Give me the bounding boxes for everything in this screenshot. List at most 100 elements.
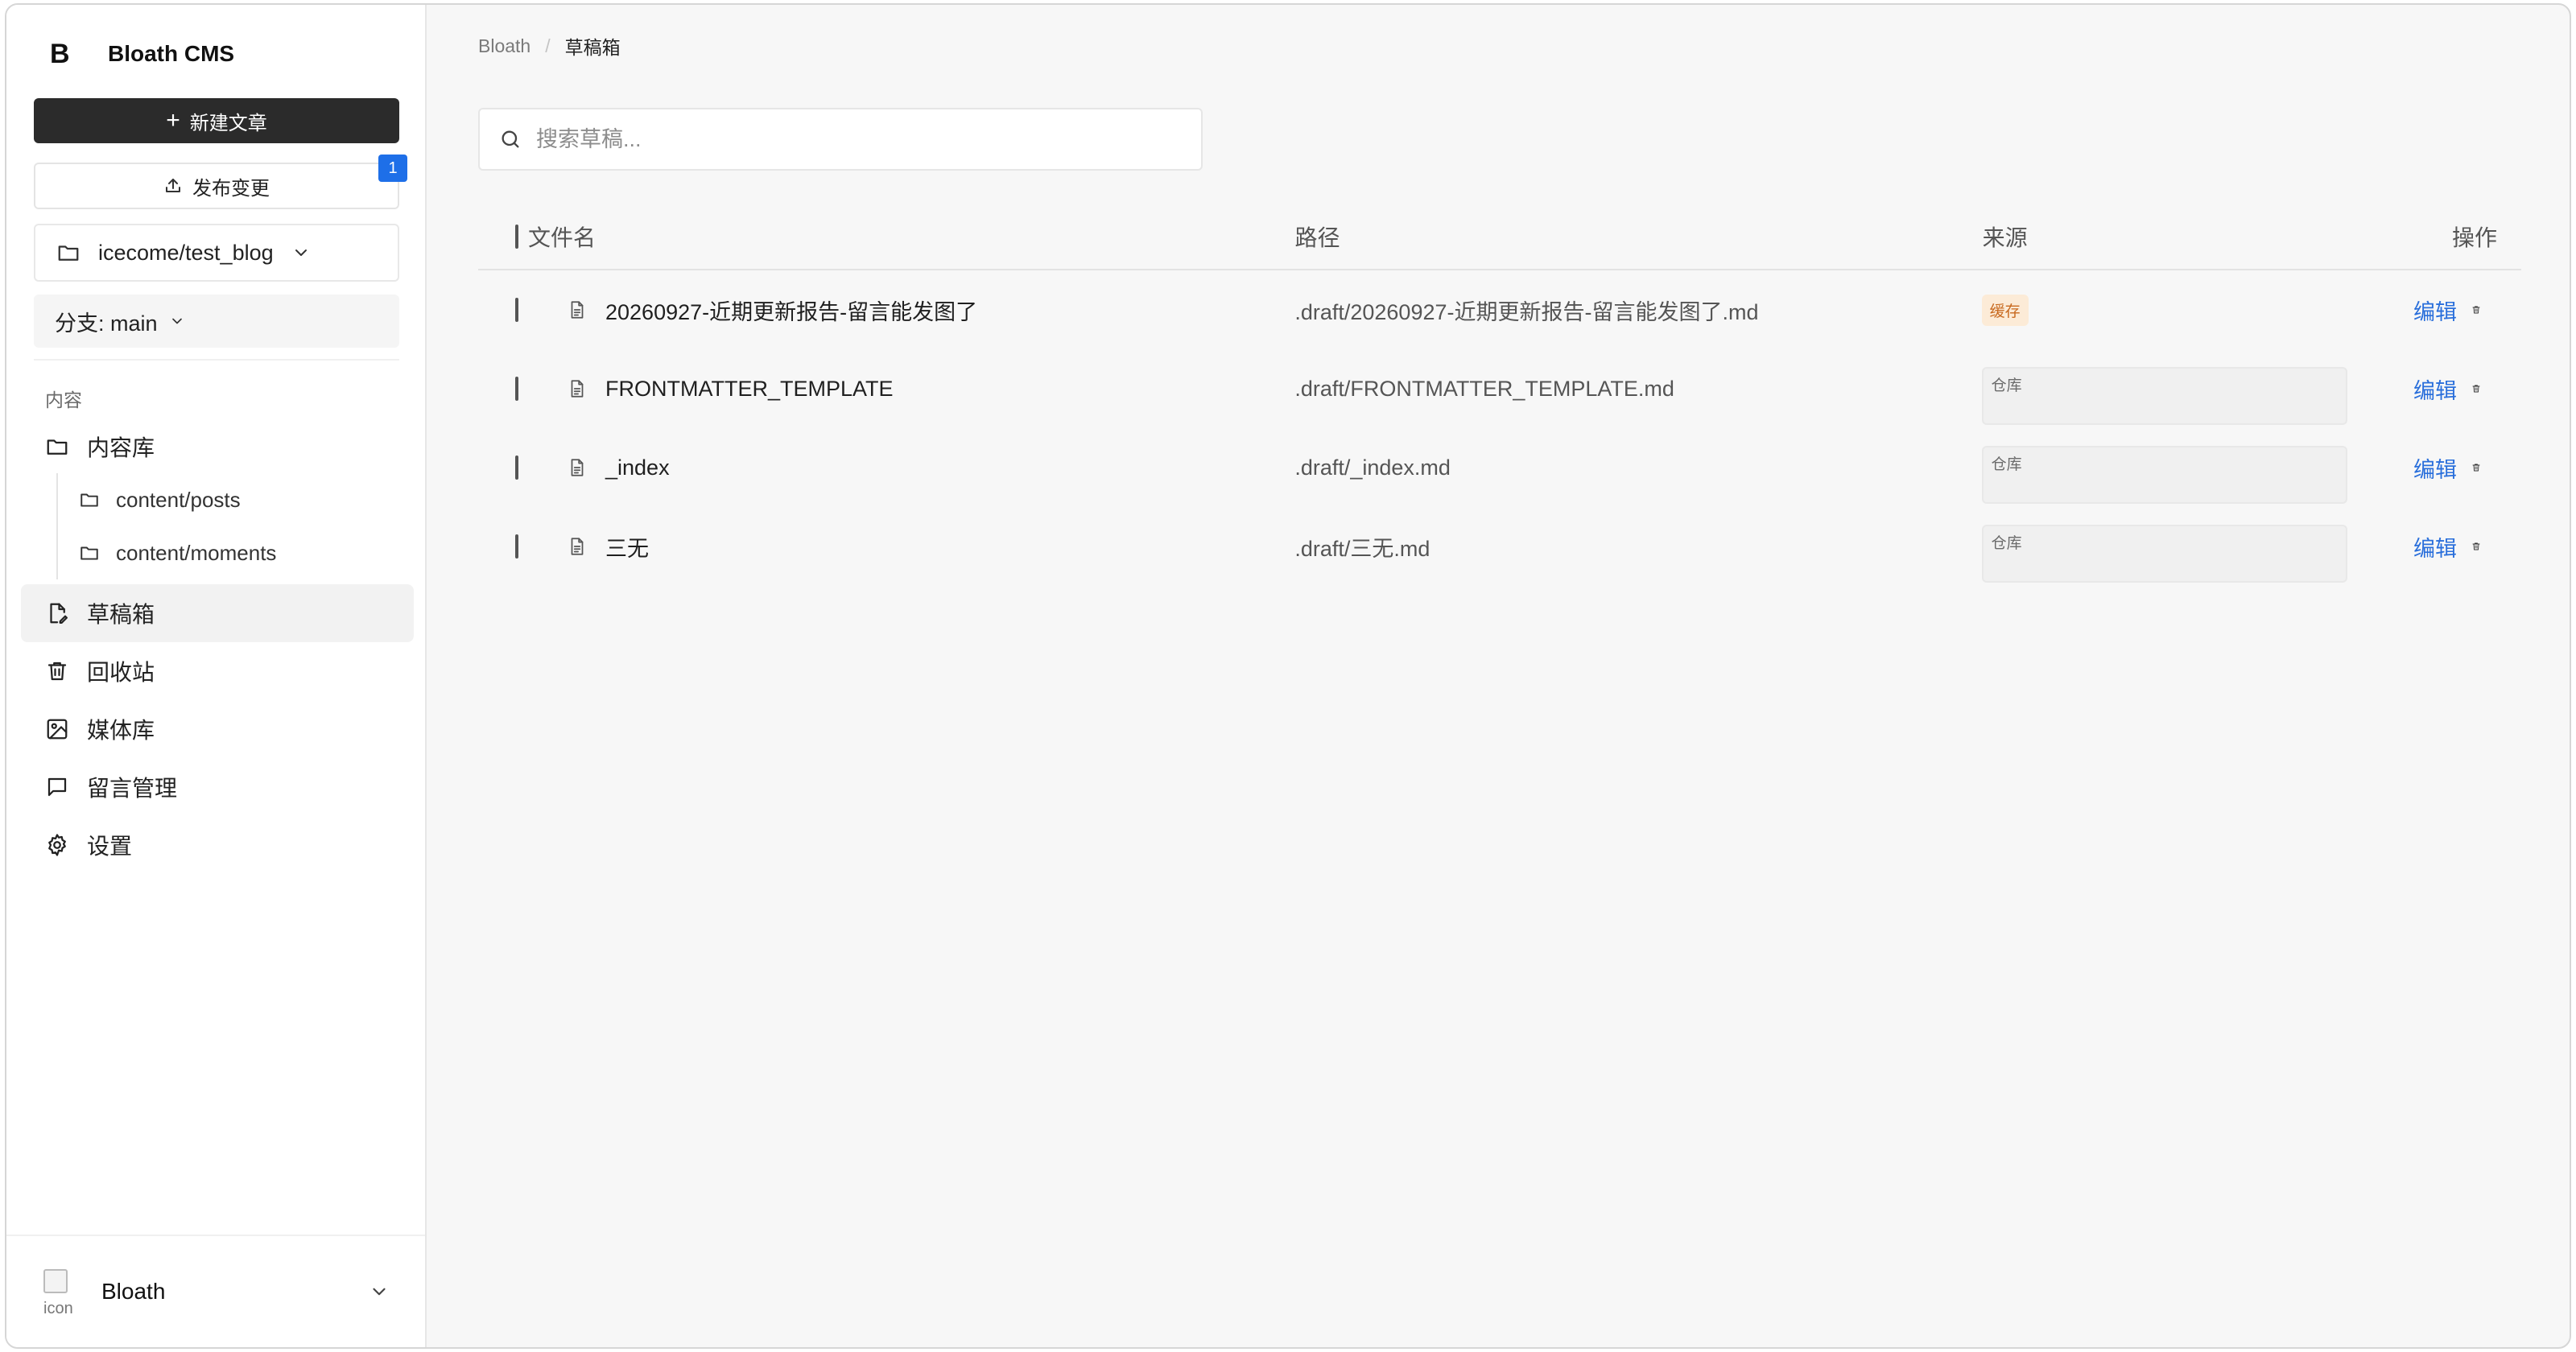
chevron-down-icon <box>295 249 307 256</box>
row-path: .draft/20260927-近期更新报告-留言能发图了.md <box>1294 299 1759 324</box>
sidebar-subitem-label: content/posts <box>116 487 241 512</box>
edit-button[interactable]: 编辑 <box>2413 452 2457 484</box>
publish-wrap: 发布变更 1 <box>34 155 407 209</box>
row-source-cell: 缓存 <box>1963 294 2413 326</box>
sidebar-item-library[interactable]: 内容库 <box>21 420 414 473</box>
file-icon <box>571 301 584 319</box>
publish-label: 发布变更 <box>192 177 270 200</box>
header-path: 路径 <box>1276 221 1963 253</box>
row-source-cell: 仓库 <box>1963 510 2413 583</box>
source-tag: 缓存 <box>1981 294 2029 326</box>
row-source-cell: 仓库 <box>1963 431 2413 504</box>
table-row: 三无 .draft/三无.md 仓库 编辑 <box>478 507 2521 586</box>
folder-icon <box>80 493 98 507</box>
row-check-cell <box>478 298 518 322</box>
gear-icon <box>48 834 66 856</box>
row-name-cell: 三无 <box>515 531 1275 563</box>
user-name: Bloath <box>101 1279 166 1304</box>
app-window: B Bloath CMS + 新建文章 发布变更 1 icecome/test_… <box>5 3 2571 1349</box>
row-actions: 编辑 <box>2413 295 2521 326</box>
sidebar-item-label: 内容库 <box>87 435 155 460</box>
sidebar-item-comments[interactable]: 留言管理 <box>21 758 414 816</box>
sidebar-item-label: 设置 <box>87 834 133 859</box>
table-row: _index .draft/_index.md 仓库 编辑 <box>478 428 2521 507</box>
search-input[interactable] <box>536 126 1180 152</box>
header-actions: 操作 <box>2415 221 2521 253</box>
sidebar-item-media[interactable]: 媒体库 <box>21 700 414 758</box>
upload-icon <box>166 179 180 192</box>
row-path: .draft/三无.md <box>1294 536 1430 561</box>
header-actions-label: 操作 <box>2452 225 2498 250</box>
folder-icon <box>80 546 98 560</box>
publish-changes-button[interactable]: 发布变更 <box>34 163 399 209</box>
sidebar-item-label: 媒体库 <box>87 718 155 743</box>
section-label-content: 内容 <box>45 390 82 410</box>
sidebar-subitem-label: content/moments <box>116 540 277 565</box>
file-icon <box>571 538 584 555</box>
drafts-table: 文件名 路径 来源 操作 20260927-近期更新报告-留言能发图了 .dra… <box>478 204 2521 586</box>
message-icon <box>47 777 67 797</box>
repo-selector[interactable]: icecome/test_blog <box>34 224 399 282</box>
source-tag: 仓库 <box>1981 367 2347 425</box>
folder-icon <box>47 439 68 455</box>
row-file-name: 三无 <box>605 536 649 561</box>
source-tag: 仓库 <box>1981 446 2347 504</box>
row-actions: 编辑 <box>2413 373 2521 405</box>
table-row: FRONTMATTER_TEMPLATE .draft/FRONTMATTER_… <box>478 349 2521 428</box>
sidebar-item-drafts[interactable]: 草稿箱 <box>21 584 414 642</box>
trash-icon[interactable] <box>2471 456 2481 479</box>
row-actions: 编辑 <box>2413 531 2521 563</box>
breadcrumb-separator: / <box>545 35 551 56</box>
chevron-down-icon <box>373 1288 386 1296</box>
repo-name: icecome/test_blog <box>98 240 274 265</box>
row-name-cell: FRONTMATTER_TEMPLATE <box>515 377 1275 402</box>
brand-name: Bloath CMS <box>108 41 235 66</box>
trash-icon[interactable] <box>2471 299 2481 321</box>
row-path: .draft/_index.md <box>1294 455 1451 480</box>
row-path: .draft/FRONTMATTER_TEMPLATE.md <box>1294 376 1674 401</box>
trash-icon <box>47 662 67 681</box>
sidebar-item-label: 草稿箱 <box>87 602 155 627</box>
branch-selector[interactable]: 分支: main <box>34 295 399 348</box>
file-edit-icon <box>50 603 68 624</box>
row-file-name: _index <box>605 455 670 480</box>
trash-icon[interactable] <box>2471 535 2481 558</box>
row-file-name: 20260927-近期更新报告-留言能发图了 <box>605 299 978 324</box>
new-post-label: 新建文章 <box>189 112 267 134</box>
edit-button[interactable]: 编辑 <box>2413 295 2457 326</box>
sidebar-subitem-posts[interactable]: content/posts <box>79 473 411 526</box>
source-tag: 仓库 <box>1981 525 2347 583</box>
row-check-cell <box>478 534 518 559</box>
row-name-cell: _index <box>515 455 1275 480</box>
header-source-label: 来源 <box>1982 225 2028 250</box>
user-menu[interactable]: icon Bloath <box>6 1235 425 1347</box>
breadcrumb-current: 草稿箱 <box>564 37 621 58</box>
row-check-cell <box>478 377 518 401</box>
broken-image-icon <box>43 1269 68 1293</box>
file-icon <box>571 459 584 476</box>
header-name: 文件名 <box>515 221 1276 253</box>
branch-name: 分支: main <box>55 311 158 336</box>
brand-logo: B <box>50 38 70 69</box>
chevron-down-icon <box>171 318 182 324</box>
sidebar-subitem-moments[interactable]: content/moments <box>79 526 411 579</box>
avatar-alt-text: icon <box>43 1300 73 1314</box>
sidebar-item-label: 回收站 <box>87 660 155 685</box>
plus-icon: + <box>166 107 180 134</box>
edit-button[interactable]: 编辑 <box>2413 373 2457 405</box>
table-row: 20260927-近期更新报告-留言能发图了 .draft/20260927-近… <box>478 270 2521 349</box>
header-source: 来源 <box>1963 221 2415 253</box>
breadcrumb: Bloath / 草稿箱 <box>478 32 621 60</box>
new-post-button[interactable]: + 新建文章 <box>34 98 399 143</box>
edit-button[interactable]: 编辑 <box>2413 531 2457 563</box>
file-icon <box>571 380 584 398</box>
breadcrumb-root[interactable]: Bloath <box>478 35 530 57</box>
table-header: 文件名 路径 来源 操作 <box>478 204 2521 270</box>
sidebar-item-trash[interactable]: 回收站 <box>21 642 414 700</box>
header-name-label: 文件名 <box>528 225 597 250</box>
sidebar-item-settings[interactable]: 设置 <box>21 816 414 874</box>
sidebar: B Bloath CMS + 新建文章 发布变更 1 icecome/test_… <box>6 5 427 1347</box>
trash-icon[interactable] <box>2471 377 2481 400</box>
brand[interactable]: B Bloath CMS <box>34 32 411 76</box>
row-source-cell: 仓库 <box>1963 352 2413 425</box>
